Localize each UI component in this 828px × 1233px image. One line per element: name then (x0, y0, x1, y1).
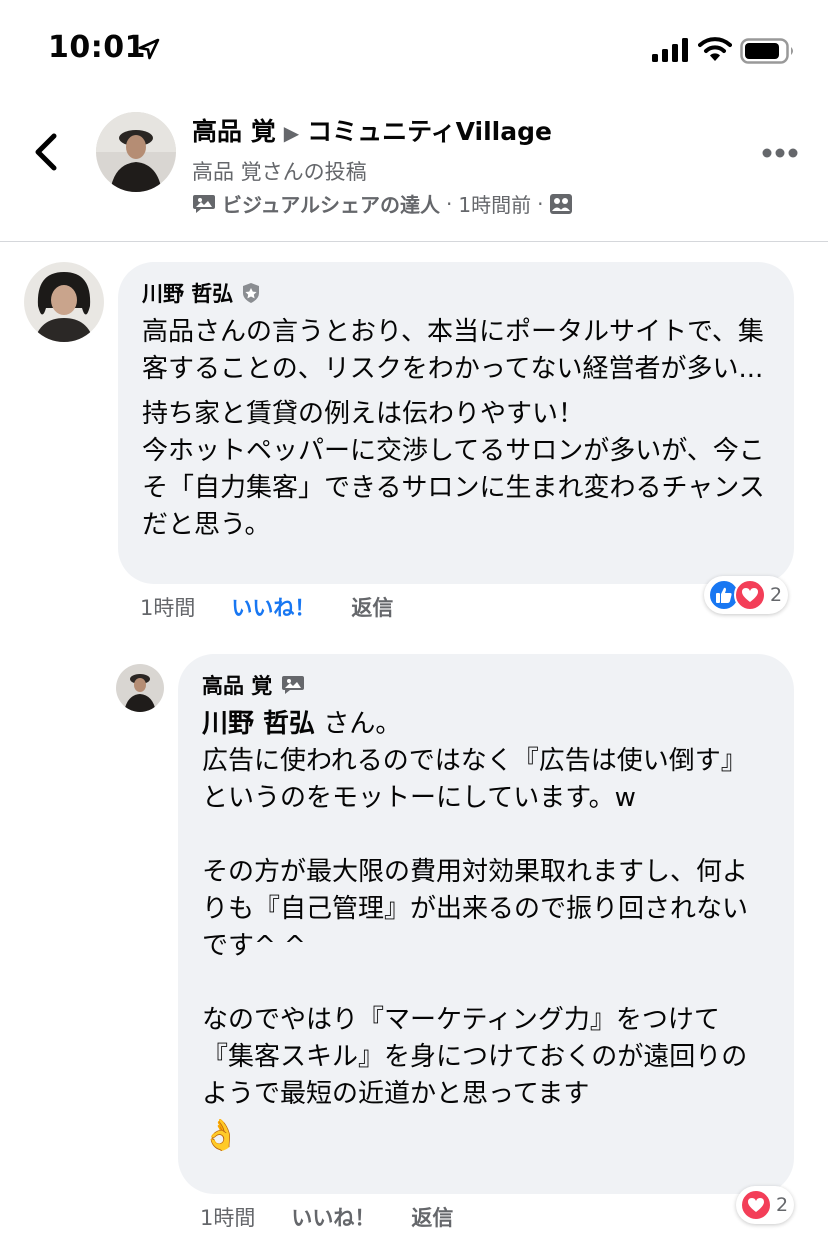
visual-storyteller-badge-icon (282, 676, 305, 694)
reply-text: 川野 哲弘 さん。 広告に使われるのではなく『広告は使い倒す』というのをモットー… (202, 706, 770, 1154)
mention-link[interactable]: 川野 哲弘 (202, 709, 315, 739)
back-chevron-icon[interactable] (30, 132, 62, 172)
reply-author-name[interactable]: 高品 覚 (202, 670, 272, 700)
post-header: 高品 覚 ▶ コミュニティVillage 高品 覚さんの投稿 ビジュアルシェアの達人… (0, 96, 828, 242)
like-button[interactable]: いいね！ (231, 592, 315, 622)
comment-author: 川野 哲弘 (142, 278, 770, 308)
reply-button[interactable]: 返信 (351, 592, 393, 622)
reply-time[interactable]: 1時間 (200, 1202, 255, 1232)
mention-suffix: さん。 (315, 709, 402, 739)
reaction-summary[interactable]: 2 (704, 576, 789, 614)
reply-reaction-summary[interactable]: 2 (736, 1186, 795, 1224)
reply-paragraph: その方が最大限の費用対効果取れますし、何よりも『自己管理』が出来るので振り回され… (202, 857, 749, 961)
post-meta: ビジュアルシェアの達人 · 1時間前 · (192, 189, 579, 218)
avatar-photo-icon (24, 262, 104, 342)
love-reaction-icon (740, 1189, 772, 1221)
admin-shield-badge-icon (243, 283, 260, 303)
comment-time[interactable]: 1時間 (140, 592, 195, 622)
avatar-photo-icon (96, 112, 176, 192)
more-options-icon[interactable] (760, 146, 800, 160)
post-author-name[interactable]: 高品 覚 (192, 117, 276, 146)
separator-dot: · (446, 191, 453, 216)
wifi-icon (698, 37, 732, 61)
reply-paragraph: なのでやはり『マーケティング力』をつけて『集客スキル』を身につけておくのが遠回り… (202, 1005, 748, 1109)
reply-button[interactable]: 返信 (411, 1202, 453, 1232)
comment-paragraph: 持ち家と賃貸の例えは伝わりやすい！ 今ホットペッパーに交渉してるサロンが多いが、… (142, 399, 765, 540)
separator-dot: · (537, 191, 544, 216)
cellular-signal-icon (652, 38, 688, 62)
reply-author-avatar[interactable] (116, 664, 164, 712)
location-arrow-icon (138, 38, 160, 60)
ok-hand-emoji-icon: 👌 (202, 1118, 240, 1153)
thumbs-up-icon (716, 587, 732, 603)
post-subtitle: 高品 覚さんの投稿 (192, 160, 367, 184)
comment-text: 高品さんの言うとおり、本当にポータルサイトで、集客することの、リスクをわかってな… (142, 314, 770, 544)
visual-storyteller-badge-icon (193, 194, 215, 213)
reply-author: 高品 覚 (202, 670, 770, 700)
post-time[interactable]: 1時間前 (458, 189, 531, 218)
badge-label[interactable]: ビジュアルシェアの達人 (222, 189, 440, 218)
group-name[interactable]: コミュニティVillage (307, 117, 552, 146)
avatar-photo-icon (116, 664, 164, 712)
reply-bubble[interactable]: 高品 覚 川野 哲弘 さん。 広告に使われるのではなく『広告は使い倒す』というの… (178, 654, 794, 1194)
battery-icon (740, 38, 793, 64)
group-audience-icon (550, 193, 573, 214)
heart-icon (748, 1198, 764, 1212)
triangle-right-icon: ▶ (283, 121, 300, 145)
like-button[interactable]: いいね！ (291, 1202, 375, 1232)
comment-actions: 1時間 いいね！ 返信 (140, 592, 393, 622)
love-reaction-icon (734, 579, 766, 611)
commenter-avatar[interactable] (24, 262, 104, 342)
status-bar: 10:01 (0, 0, 828, 96)
comment-paragraph: 高品さんの言うとおり、本当にポータルサイトで、集客することの、リスクをわかってな… (142, 317, 764, 384)
comment-bubble[interactable]: 川野 哲弘 高品さんの言うとおり、本当にポータルサイトで、集客することの、リスク… (118, 262, 794, 584)
comment-author-name[interactable]: 川野 哲弘 (142, 278, 233, 308)
reaction-count: 2 (776, 1194, 789, 1216)
heart-icon (742, 588, 758, 602)
post-author-avatar[interactable] (96, 112, 176, 192)
status-time: 10:01 (48, 30, 146, 65)
reaction-count: 2 (770, 584, 783, 606)
reply-paragraph: 広告に使われるのではなく『広告は使い倒す』というのをモットーにしています。w (202, 746, 747, 813)
reply-actions: 1時間 いいね！ 返信 (200, 1202, 453, 1232)
post-title: 高品 覚 ▶ コミュニティVillage (192, 112, 552, 148)
